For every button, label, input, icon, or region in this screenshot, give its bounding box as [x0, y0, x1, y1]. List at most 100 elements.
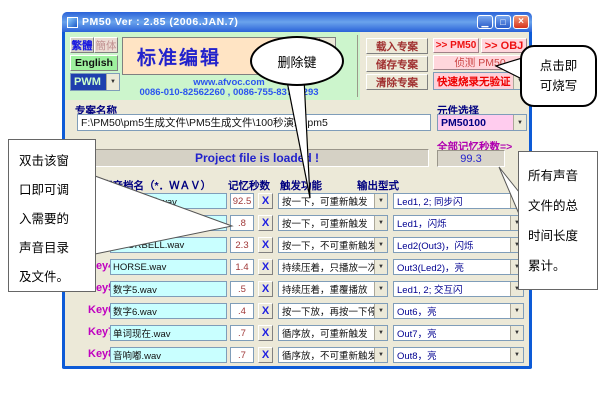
header-memory-seconds: 记忆秒数: [228, 178, 270, 193]
delete-button[interactable]: X: [258, 347, 273, 363]
trigger-value: 持续压着，重覆播放: [279, 282, 374, 296]
english-button[interactable]: English: [70, 55, 118, 71]
chevron-down-icon[interactable]: ▼: [510, 348, 523, 362]
trigger-value: 循序放，不可重新触发: [279, 348, 374, 362]
trigger-value: 按一下，可重新触发: [279, 216, 374, 230]
export-pm50-button[interactable]: >> PM50: [433, 38, 479, 53]
chevron-down-icon[interactable]: ▼: [374, 238, 387, 252]
trigger-dropdown[interactable]: 持续压着，只播放一次▼: [278, 259, 388, 275]
load-project-button[interactable]: 载入专案: [366, 38, 428, 54]
delete-button[interactable]: X: [258, 215, 273, 231]
callout-line: 声音目录: [19, 234, 95, 263]
output-value: Led2(Out3)，闪烁: [394, 238, 510, 252]
sound-file-input[interactable]: [110, 215, 227, 231]
trigger-dropdown[interactable]: 按一下，可重新触发▼: [278, 215, 388, 231]
chevron-down-icon[interactable]: ▼: [374, 304, 387, 318]
lang-simplified-button[interactable]: 簡体: [94, 37, 118, 53]
burn-mode-dropdown[interactable]: 快速烧录无验证 ▼: [433, 72, 527, 90]
chevron-down-icon[interactable]: ▼: [374, 194, 387, 208]
key-label: Key7: [88, 326, 112, 338]
table-row: Key8 X 循序放，不可重新触发▼ Out8，亮▼: [65, 347, 529, 364]
chevron-down-icon[interactable]: ▼: [374, 326, 387, 340]
output-value: Led1, 2; 同步闪: [394, 194, 510, 208]
table-row: Key5 X 持续压着，重覆播放▼ Led1, 2; 交互闪▼: [65, 281, 529, 298]
sound-file-input[interactable]: [110, 193, 227, 209]
delete-button[interactable]: X: [258, 193, 273, 209]
trigger-dropdown[interactable]: 按一下，可重新触发▼: [278, 193, 388, 209]
output-value: Out8，亮: [394, 348, 510, 362]
detect-pm50-button[interactable]: 侦测 PM50: [433, 55, 527, 70]
chevron-down-icon[interactable]: ▼: [374, 348, 387, 362]
callout-line: 所有声音: [528, 161, 597, 191]
delete-button[interactable]: X: [258, 281, 273, 297]
sound-file-input[interactable]: [110, 303, 227, 319]
callout-line: 点击即: [540, 56, 578, 76]
sound-file-input[interactable]: [110, 237, 227, 253]
output-dropdown[interactable]: Led2(Out3)，闪烁▼: [393, 237, 524, 253]
table-row: Key3 X 按一下，不可重新触发▼ Led2(Out3)，闪烁▼: [65, 237, 529, 254]
callout-line: 入需要的: [19, 205, 95, 234]
seconds-field[interactable]: [230, 259, 254, 275]
chevron-down-icon[interactable]: ▼: [374, 216, 387, 230]
seconds-field[interactable]: [230, 193, 254, 209]
minimize-button[interactable]: ▁: [477, 15, 493, 29]
delete-button[interactable]: X: [258, 259, 273, 275]
chevron-down-icon[interactable]: ▼: [374, 282, 387, 296]
callout-line: 时间长度: [528, 221, 597, 251]
sound-file-input[interactable]: [110, 259, 227, 275]
table-row: Key2 X 按一下，可重新触发▼ Led1，闪烁▼: [65, 215, 529, 232]
close-button[interactable]: ×: [513, 15, 529, 29]
callout-double-click: 双击该窗 口即可调 入需要的 声音目录 及文件。: [8, 139, 96, 292]
output-dropdown[interactable]: Out8，亮▼: [393, 347, 524, 363]
lang-traditional-button[interactable]: 繁體: [70, 37, 94, 53]
output-dropdown[interactable]: Led1，闪烁▼: [393, 215, 524, 231]
output-value: Out6，亮: [394, 304, 510, 318]
output-dropdown[interactable]: Out7，亮▼: [393, 325, 524, 341]
trigger-dropdown[interactable]: 循序放，可重新触发▼: [278, 325, 388, 341]
seconds-field[interactable]: [230, 281, 254, 297]
output-value: Led1，闪烁: [394, 216, 510, 230]
delete-button[interactable]: X: [258, 303, 273, 319]
toolbar-separator: [357, 35, 358, 97]
trigger-dropdown[interactable]: 循序放，不可重新触发▼: [278, 347, 388, 363]
component-dropdown[interactable]: PM50100 ▼: [437, 114, 527, 131]
table-row: Key4 X 持续压着，只播放一次▼ Out3(Led2)，亮▼: [65, 259, 529, 276]
delete-button[interactable]: X: [258, 237, 273, 253]
save-project-button[interactable]: 储存专案: [366, 56, 428, 72]
seconds-field[interactable]: [230, 215, 254, 231]
seconds-field[interactable]: [230, 303, 254, 319]
callout-line: 文件的总: [528, 191, 597, 221]
project-path-input[interactable]: [77, 114, 431, 131]
output-dropdown[interactable]: Led1, 2; 同步闪▼: [393, 193, 524, 209]
chevron-down-icon[interactable]: ▼: [513, 115, 526, 130]
sound-file-input[interactable]: [110, 281, 227, 297]
output-dropdown[interactable]: Led1, 2; 交互闪▼: [393, 281, 524, 297]
output-dropdown[interactable]: Out6，亮▼: [393, 303, 524, 319]
callout-click-to-burn: 点击即 可烧写: [520, 45, 597, 107]
trigger-dropdown[interactable]: 按一下，不可重新触发▼: [278, 237, 388, 253]
clear-project-button[interactable]: 清除专案: [366, 74, 428, 90]
chevron-down-icon[interactable]: ▼: [510, 304, 523, 318]
trigger-value: 按一下放，再按一下停: [279, 304, 374, 318]
trigger-dropdown[interactable]: 持续压着，重覆播放▼: [278, 281, 388, 297]
seconds-field[interactable]: [230, 237, 254, 253]
seconds-field[interactable]: [230, 325, 254, 341]
title-bar[interactable]: PM50 Ver : 2.85 (2006.JAN.7) ▁ □ ×: [62, 12, 532, 32]
callout-delete-key: 删除键: [250, 36, 344, 86]
output-value: Out3(Led2)，亮: [394, 260, 510, 274]
window-title: PM50 Ver : 2.85 (2006.JAN.7): [82, 16, 475, 28]
chevron-down-icon[interactable]: ▼: [510, 326, 523, 340]
chevron-down-icon[interactable]: ▼: [374, 260, 387, 274]
callout-line: 口即可调: [19, 176, 95, 205]
sound-file-input[interactable]: [110, 325, 227, 341]
export-obj-button[interactable]: >> OBJ: [481, 38, 527, 53]
delete-button[interactable]: X: [258, 325, 273, 341]
header-output-type: 输出型式: [357, 178, 399, 193]
trigger-dropdown[interactable]: 按一下放，再按一下停▼: [278, 303, 388, 319]
sound-file-input[interactable]: [110, 347, 227, 363]
output-dropdown[interactable]: Out3(Led2)，亮▼: [393, 259, 524, 275]
header-sound-file: 声音档名（*．ＷＡＶ）: [102, 178, 211, 193]
seconds-field[interactable]: [230, 347, 254, 363]
callout-line: 可烧写: [540, 76, 578, 96]
maximize-button[interactable]: □: [495, 15, 511, 29]
